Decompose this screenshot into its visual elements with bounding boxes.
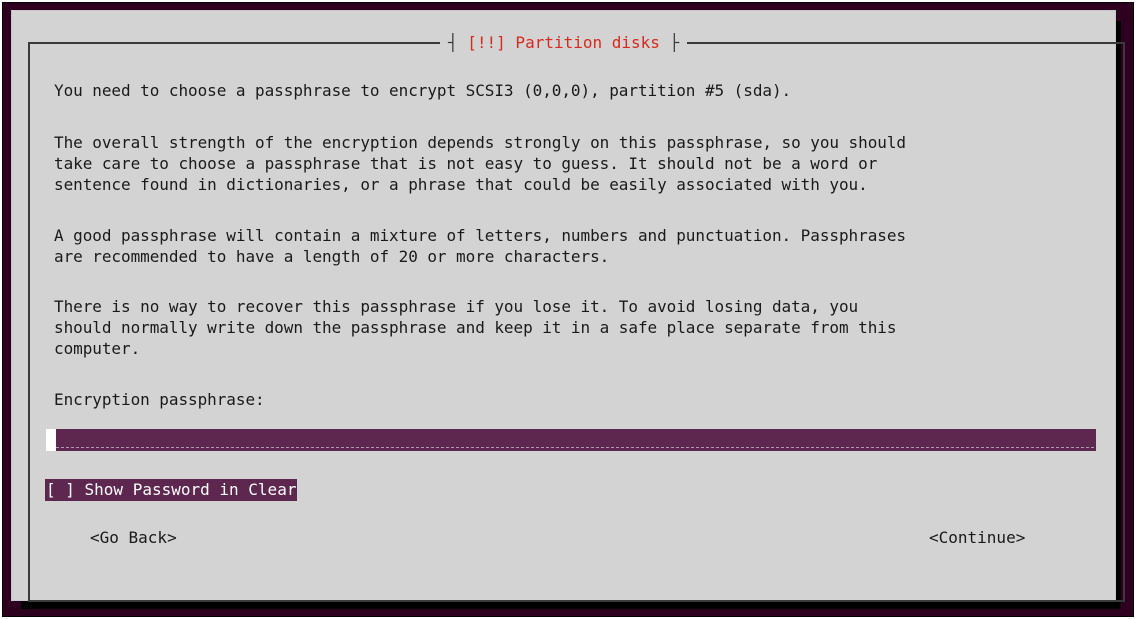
title-right-tick: ├ xyxy=(659,33,680,52)
dialog-title: ┤ [!!] Partition disks ├ xyxy=(440,31,688,55)
recover-warning-line-3: computer. xyxy=(54,339,141,358)
title-left-tick: ┤ xyxy=(448,33,468,52)
text-cursor xyxy=(46,429,56,451)
strength-text-line-1: The overall strength of the encryption d… xyxy=(54,133,906,152)
passphrase-input[interactable] xyxy=(46,429,1096,451)
show-password-checkbox[interactable]: [ ] Show Password in Clear xyxy=(45,479,298,501)
recover-warning-line-1: There is no way to recover this passphra… xyxy=(54,297,859,316)
good-passphrase-line-2: are recommended to have a length of 20 o… xyxy=(54,247,610,266)
good-passphrase-line-1: A good passphrase will contain a mixture… xyxy=(54,226,906,245)
input-underline xyxy=(56,447,1094,448)
recover-warning-line-2: should normally write down the passphras… xyxy=(54,318,897,337)
dialog-title-text: [!!] Partition disks xyxy=(467,33,660,52)
intro-text: You need to choose a passphrase to encry… xyxy=(54,81,792,100)
continue-button[interactable]: <Continue> xyxy=(929,527,1025,549)
strength-text-line-3: sentence found in dictionaries, or a phr… xyxy=(54,175,868,194)
strength-text-line-2: take care to choose a passphrase that is… xyxy=(54,154,878,173)
partition-dialog: ┤ [!!] Partition disks ├ You need to cho… xyxy=(11,10,1125,602)
go-back-button[interactable]: <Go Back> xyxy=(90,527,177,549)
passphrase-field-label: Encryption passphrase: xyxy=(54,390,265,409)
installer-screen: ┤ [!!] Partition disks ├ You need to cho… xyxy=(2,2,1134,617)
